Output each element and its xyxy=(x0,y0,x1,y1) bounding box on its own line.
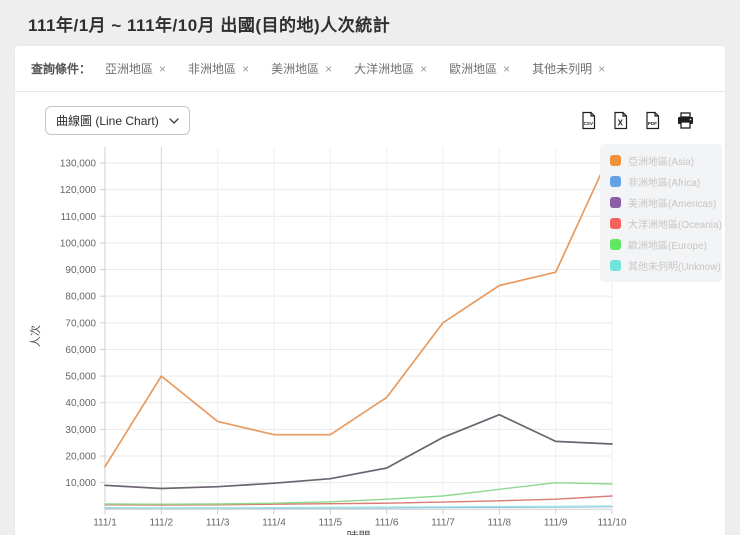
legend-swatch xyxy=(610,260,621,271)
y-tick-label: 50,000 xyxy=(65,372,96,383)
print-button[interactable] xyxy=(676,111,695,130)
x-tick-label: 111/1 xyxy=(93,517,117,528)
filter-chip: 亞洲地區 × xyxy=(105,60,166,77)
x-tick-label: 111/4 xyxy=(262,517,286,528)
y-axis-title: 人次 xyxy=(28,325,42,347)
y-tick-label: 100,000 xyxy=(60,238,97,249)
filter-chip-remove-icon[interactable]: × xyxy=(598,62,605,76)
chart-area: 10,000 20,000 30,000 40,000 50,000 60,000 70,0… xyxy=(15,139,725,535)
filter-chip-remove-icon[interactable]: × xyxy=(159,62,166,76)
legend-label: 美洲地區(Americas) xyxy=(628,199,717,210)
chart-type-select-value: 曲線圖 (Line Chart) xyxy=(56,114,159,128)
y-tick-label: 30,000 xyxy=(65,425,96,436)
filter-chip-remove-icon[interactable]: × xyxy=(325,62,332,76)
x-tick-label: 111/8 xyxy=(488,517,512,528)
legend-item[interactable]: 大洋洲地區(Oceania) xyxy=(610,216,722,231)
filter-chip: 美洲地區 × xyxy=(271,60,332,77)
filter-chip-label: 大洋洲地區 xyxy=(354,62,415,76)
y-tick-label: 110,000 xyxy=(61,212,97,223)
legend-label: 大洋洲地區(Oceania) xyxy=(628,220,722,231)
page-title: 111年/1月 ~ 111年/10月 出國(目的地)人次統計 xyxy=(28,16,391,35)
legend-item[interactable]: 美洲地區(Americas) xyxy=(610,195,716,210)
export-excel-button[interactable]: X xyxy=(612,111,629,130)
filter-chip-remove-icon[interactable]: × xyxy=(242,62,249,76)
legend-item[interactable]: 歐洲地區(Europe) xyxy=(610,237,712,252)
divider xyxy=(15,91,725,92)
legend-label: 其他未列明(Unknow) xyxy=(628,262,721,273)
filter-chip: 其他未列明 × xyxy=(532,60,605,77)
csv-file-icon: CSV xyxy=(582,111,596,130)
legend-item[interactable]: 亞洲地區(Asia) xyxy=(610,153,712,168)
x-tick-label: 111/7 xyxy=(431,517,455,528)
filter-chip-label: 非洲地區 xyxy=(188,62,237,76)
legend-item[interactable]: 其他未列明(Unknow) xyxy=(610,258,721,273)
x-tick-label: 111/6 xyxy=(375,517,399,528)
y-tick-label: 130,000 xyxy=(60,158,97,169)
filter-chip-label: 歐洲地區 xyxy=(449,62,498,76)
chart-legend: 亞洲地區(Asia) 非洲地區(Africa) 美洲地區(Americas) 大洋洲地… xyxy=(600,144,722,282)
y-tick-label: 20,000 xyxy=(65,452,96,463)
legend-label: 亞洲地區(Asia) xyxy=(628,157,695,168)
legend-swatch xyxy=(610,155,621,166)
excel-file-icon: X xyxy=(614,111,628,130)
y-tick-label: 40,000 xyxy=(65,398,96,409)
pdf-file-icon: PDF xyxy=(646,111,660,130)
svg-text:PDF: PDF xyxy=(648,121,657,126)
export-toolbar: CSV X PDF xyxy=(580,111,695,130)
filter-chip-label: 其他未列明 xyxy=(532,62,593,76)
legend-item[interactable]: 非洲地區(Africa) xyxy=(610,174,712,189)
legend-swatch xyxy=(610,239,621,250)
x-tick-label: 111/9 xyxy=(544,517,568,528)
filter-chip-list: 亞洲地區 × 非洲地區 × 美洲地區 × 大洋洲地區 × 歐洲地區 × 其他未列明 × xyxy=(105,60,627,77)
series-line xyxy=(104,482,613,505)
legend-label: 歐洲地區(Europe) xyxy=(628,241,707,252)
filter-chip-label: 美洲地區 xyxy=(271,62,320,76)
content-card: 查詢條件： 亞洲地區 × 非洲地區 × 美洲地區 × 大洋洲地區 × 歐洲地區 × 其他未列明 × 曲… xyxy=(15,46,725,535)
svg-text:CSV: CSV xyxy=(584,121,594,126)
legend-swatch xyxy=(610,176,621,187)
x-tick-label: 111/3 xyxy=(206,517,230,528)
x-tick-label: 111/10 xyxy=(597,517,627,528)
series-line xyxy=(104,505,613,509)
svg-text:X: X xyxy=(618,119,624,128)
export-csv-button[interactable]: CSV xyxy=(580,111,597,130)
y-tick-label: 120,000 xyxy=(60,185,97,196)
series-line xyxy=(104,148,613,468)
filter-chip: 大洋洲地區 × xyxy=(354,60,427,77)
y-tick-label: 90,000 xyxy=(65,265,96,276)
filter-chip-remove-icon[interactable]: × xyxy=(420,62,427,76)
chevron-down-icon xyxy=(169,117,179,124)
y-tick-label: 80,000 xyxy=(65,292,96,303)
x-axis-title: 時間 xyxy=(346,529,370,535)
filter-chip: 歐洲地區 × xyxy=(449,60,510,77)
printer-icon xyxy=(678,112,693,129)
y-tick-label: 10,000 xyxy=(65,478,96,489)
y-tick-label: 70,000 xyxy=(65,318,96,329)
x-tick-label: 111/5 xyxy=(319,517,343,528)
y-tick-label: 60,000 xyxy=(65,345,96,356)
controls-row: 曲線圖 (Line Chart) CSV X PDF xyxy=(31,104,709,135)
filter-conditions-label: 查詢條件： xyxy=(31,62,92,76)
series-line xyxy=(104,413,613,490)
filter-chip-label: 亞洲地區 xyxy=(105,62,154,76)
legend-swatch xyxy=(610,197,621,208)
export-pdf-button[interactable]: PDF xyxy=(644,111,661,130)
legend-label: 非洲地區(Africa) xyxy=(628,178,701,189)
x-tick-label: 111/2 xyxy=(150,517,174,528)
filter-row: 查詢條件： 亞洲地區 × 非洲地區 × 美洲地區 × 大洋洲地區 × 歐洲地區 × 其他未列明 × xyxy=(31,60,709,77)
chart-type-select[interactable]: 曲線圖 (Line Chart) xyxy=(45,106,190,135)
filter-chip-remove-icon[interactable]: × xyxy=(503,62,510,76)
filter-chip: 非洲地區 × xyxy=(188,60,249,77)
legend-swatch xyxy=(610,218,621,229)
